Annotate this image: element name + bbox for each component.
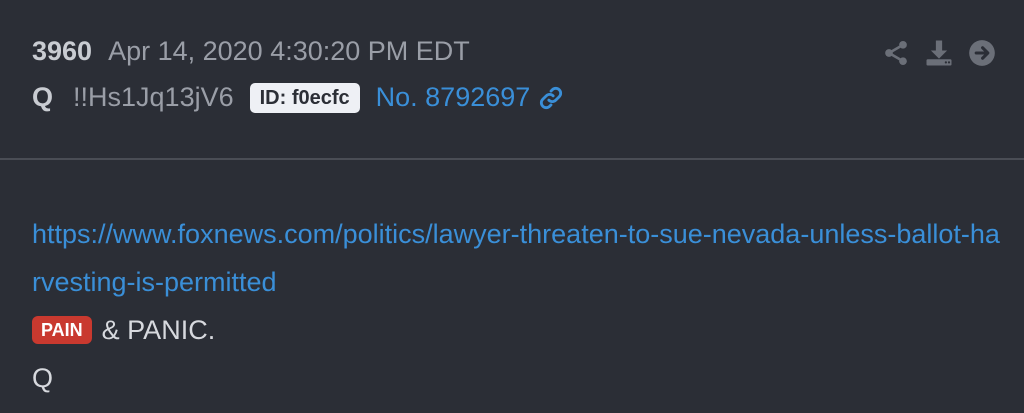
post-tripcode: !!Hs1Jq13jV6	[73, 82, 234, 112]
post-message-line: PAIN & PANIC.	[32, 306, 1002, 354]
post-message-text: & PANIC.	[101, 315, 216, 345]
post-id-badge: ID: f0ecfc	[249, 82, 360, 113]
post-reference-label: No. 8792697	[375, 82, 531, 112]
share-icon[interactable]	[882, 39, 910, 67]
download-icon[interactable]	[924, 38, 954, 68]
post-card: 3960 Apr 14, 2020 4:30:20 PM EDT Q !!Hs1…	[0, 0, 1024, 413]
post-signature: Q	[32, 363, 54, 393]
arrow-right-icon[interactable]	[968, 39, 996, 67]
post-number: 3960	[32, 36, 93, 66]
post-actions	[882, 38, 996, 68]
post-reference-link[interactable]: No. 8792697	[376, 82, 565, 113]
link-icon	[538, 85, 564, 111]
post-body: https://www.foxnews.com/politics/lawyer-…	[32, 210, 1002, 402]
post-author-row: Q !!Hs1Jq13jV6 ID: f0ecfc No. 8792697	[32, 82, 564, 113]
pain-tag: PAIN	[32, 316, 92, 344]
post-meta-row: 3960 Apr 14, 2020 4:30:20 PM EDT	[32, 36, 470, 67]
post-timestamp: Apr 14, 2020 4:30:20 PM EDT	[108, 36, 470, 66]
article-link[interactable]: https://www.foxnews.com/politics/lawyer-…	[32, 219, 1000, 297]
post-header: 3960 Apr 14, 2020 4:30:20 PM EDT Q !!Hs1…	[0, 0, 1024, 160]
post-author: Q	[32, 82, 54, 112]
